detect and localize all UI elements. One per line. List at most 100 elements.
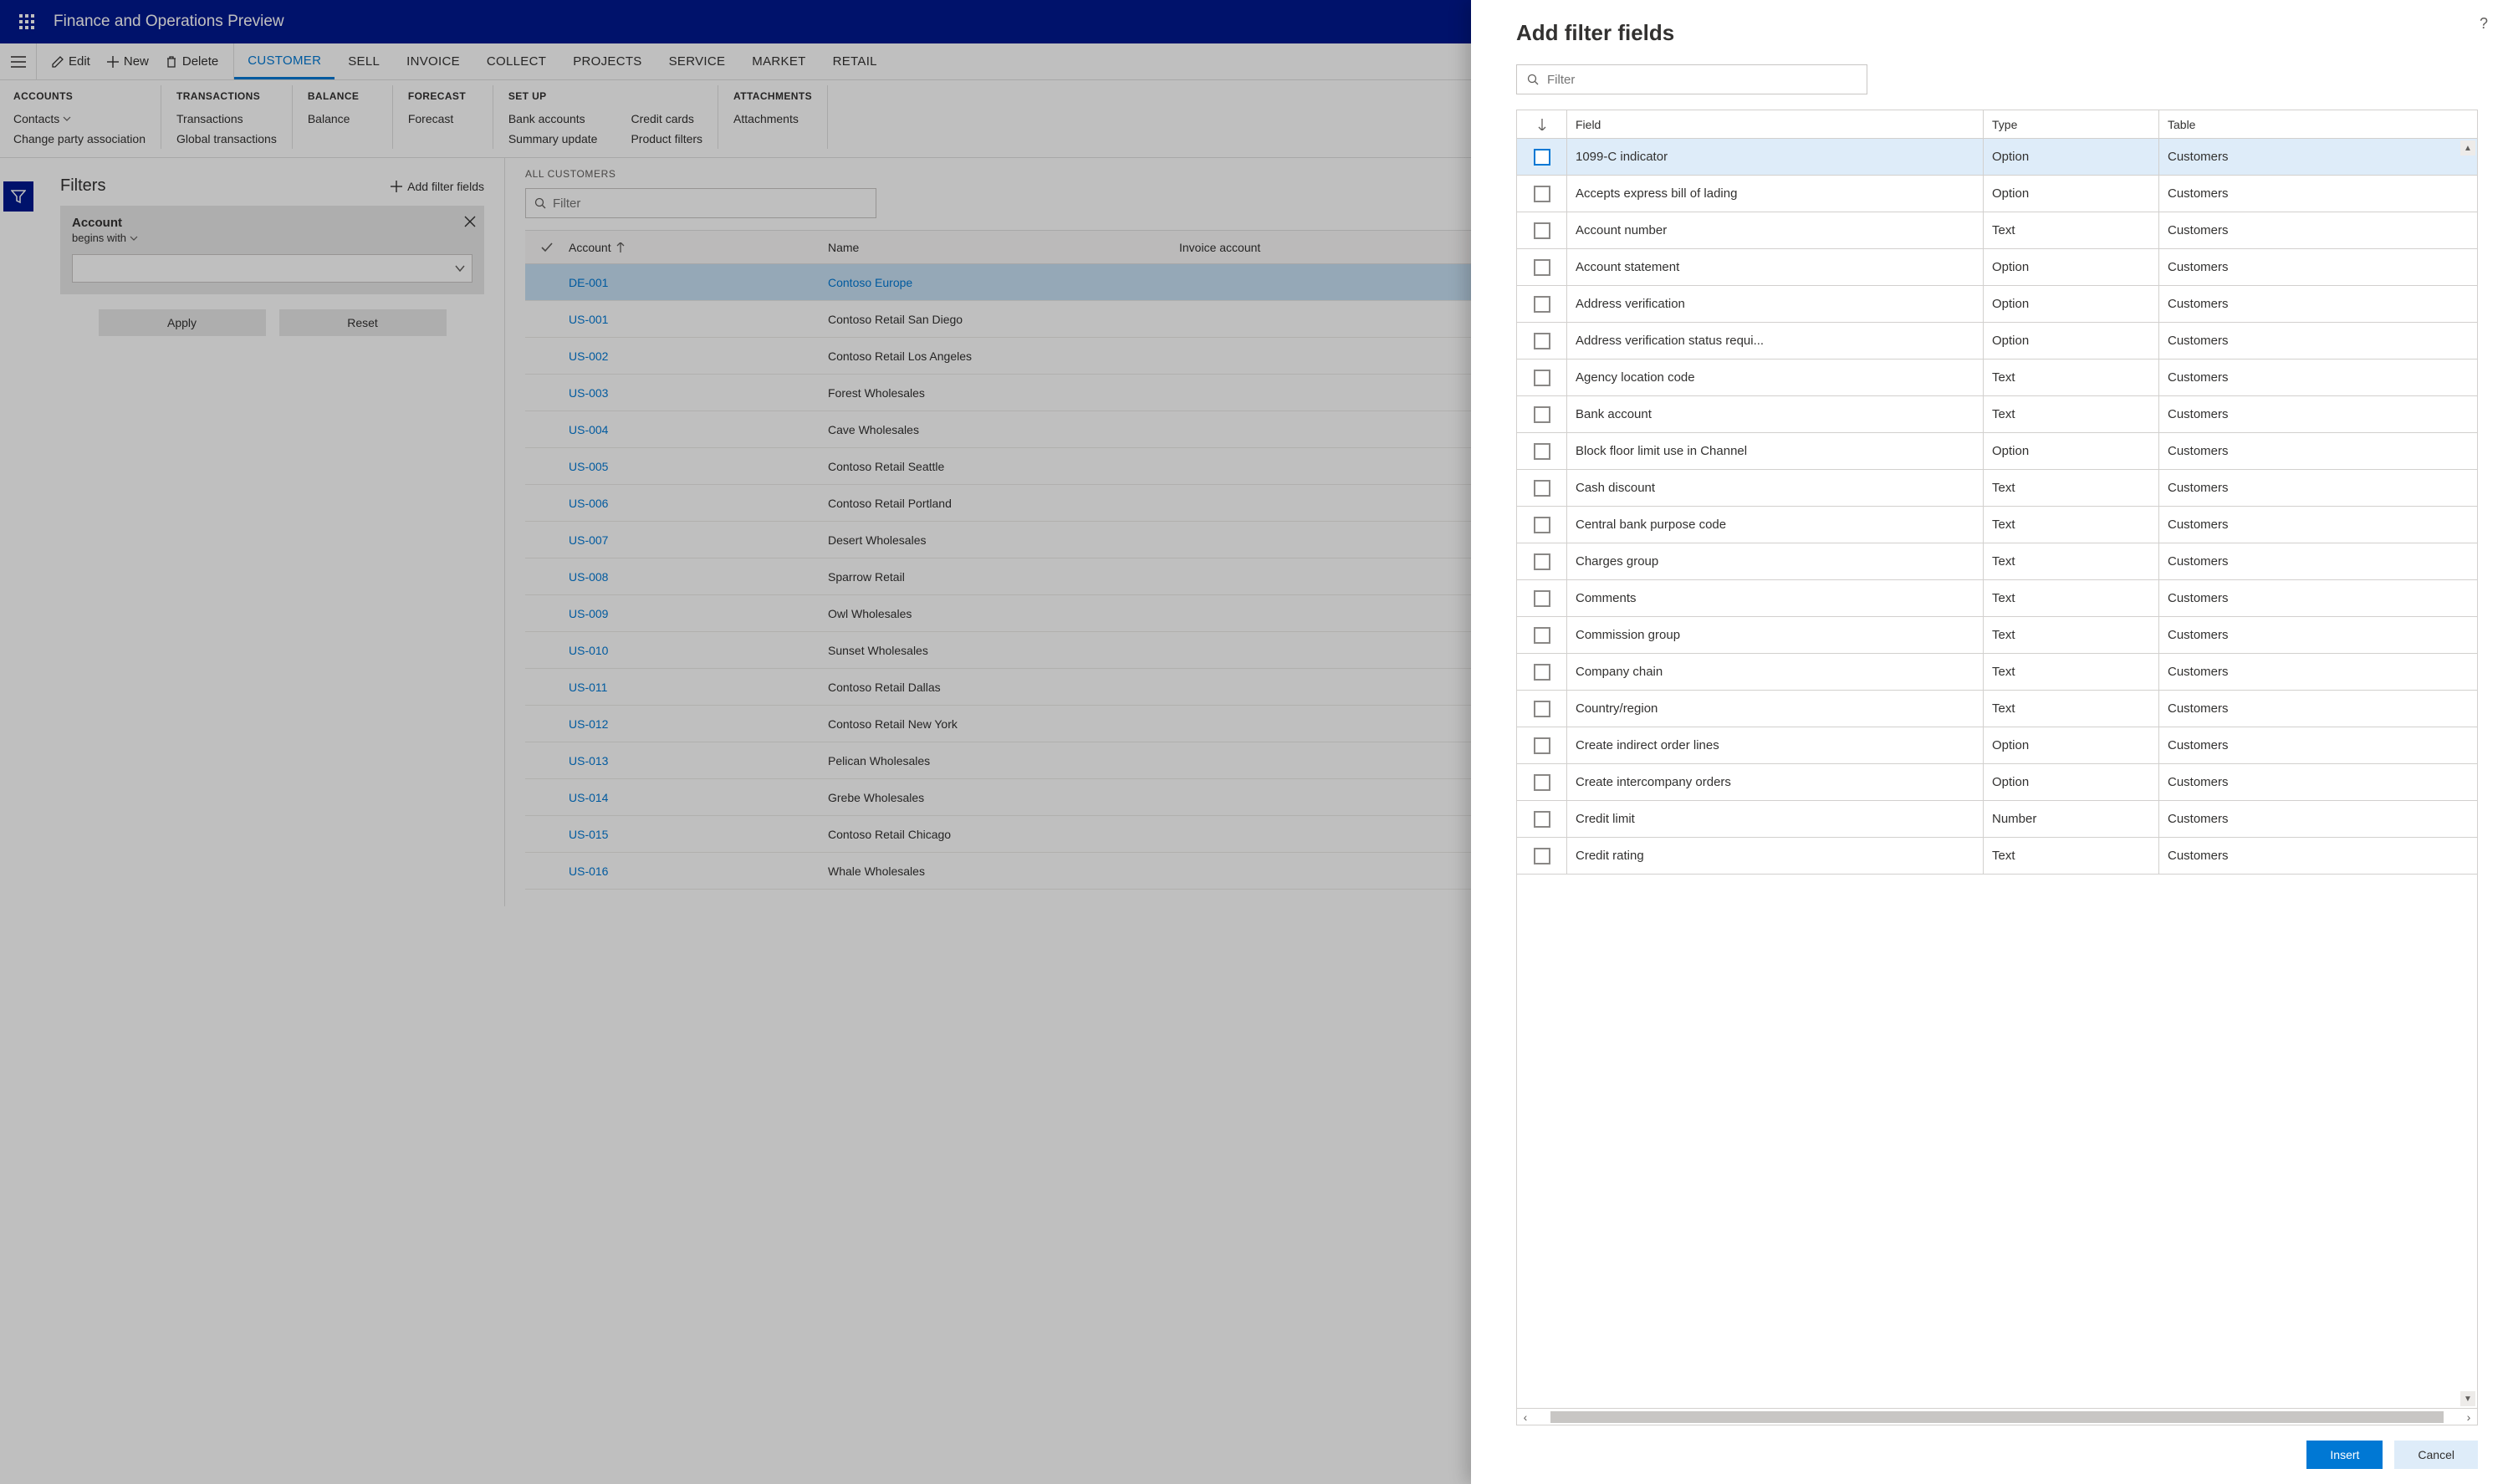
row-checkbox[interactable]	[1517, 801, 1567, 838]
row-checkbox[interactable]	[1517, 139, 1567, 176]
field-name: 1099-C indicator	[1567, 139, 1984, 176]
field-name: Credit rating	[1567, 838, 1984, 875]
row-checkbox[interactable]	[1517, 470, 1567, 507]
field-type: Text	[1984, 507, 2159, 543]
field-table: Customers	[2159, 691, 2477, 727]
field-type: Option	[1984, 176, 2159, 212]
field-row[interactable]: Credit limit Number Customers	[1517, 801, 2477, 838]
field-name: Charges group	[1567, 543, 1984, 580]
field-row[interactable]: Bank account Text Customers	[1517, 396, 2477, 433]
row-checkbox[interactable]	[1517, 433, 1567, 470]
field-type: Text	[1984, 617, 2159, 654]
scroll-right-icon[interactable]: ›	[2460, 1409, 2477, 1425]
field-name: Comments	[1567, 580, 1984, 617]
field-row[interactable]: Account number Text Customers	[1517, 212, 2477, 249]
panel-filter[interactable]	[1516, 64, 1867, 94]
scroll-down-icon[interactable]: ▼	[2460, 1391, 2475, 1406]
field-table: Customers	[2159, 212, 2477, 249]
field-row[interactable]: Address verification Option Customers	[1517, 286, 2477, 323]
row-checkbox[interactable]	[1517, 691, 1567, 727]
field-type: Text	[1984, 654, 2159, 691]
row-checkbox[interactable]	[1517, 176, 1567, 212]
panel-horizontal-scrollbar[interactable]: ‹ ›	[1517, 1408, 2477, 1425]
field-row[interactable]: Credit rating Text Customers	[1517, 838, 2477, 875]
field-table: Customers	[2159, 654, 2477, 691]
field-type: Text	[1984, 396, 2159, 433]
row-checkbox[interactable]	[1517, 396, 1567, 433]
field-name: Credit limit	[1567, 801, 1984, 838]
field-name: Account number	[1567, 212, 1984, 249]
insert-button[interactable]: Insert	[2306, 1441, 2383, 1469]
row-checkbox[interactable]	[1517, 543, 1567, 580]
row-checkbox[interactable]	[1517, 617, 1567, 654]
row-checkbox[interactable]	[1517, 360, 1567, 396]
fields-table: Field Type Table ▲ 1099-C indicator Opti…	[1516, 110, 2478, 1425]
field-row[interactable]: Address verification status requi... Opt…	[1517, 323, 2477, 360]
field-name: Create indirect order lines	[1567, 727, 1984, 764]
scroll-left-icon[interactable]: ‹	[1517, 1409, 1534, 1425]
column-header-table[interactable]: Table	[2159, 110, 2477, 139]
field-table: Customers	[2159, 433, 2477, 470]
field-type: Option	[1984, 139, 2159, 176]
field-table: Customers	[2159, 249, 2477, 286]
cancel-button[interactable]: Cancel	[2394, 1441, 2478, 1469]
field-table: Customers	[2159, 286, 2477, 323]
field-row[interactable]: Cash discount Text Customers	[1517, 470, 2477, 507]
field-name: Accepts express bill of lading	[1567, 176, 1984, 212]
row-checkbox[interactable]	[1517, 764, 1567, 801]
field-row[interactable]: Charges group Text Customers	[1517, 543, 2477, 580]
search-icon	[1527, 74, 1539, 85]
row-checkbox[interactable]	[1517, 580, 1567, 617]
row-checkbox[interactable]	[1517, 507, 1567, 543]
sort-column[interactable]	[1517, 110, 1567, 139]
column-header-field[interactable]: Field	[1567, 110, 1984, 139]
row-checkbox[interactable]	[1517, 323, 1567, 360]
help-icon[interactable]: ?	[2480, 15, 2488, 33]
scroll-up-icon[interactable]: ▲	[2460, 140, 2475, 156]
field-type: Option	[1984, 249, 2159, 286]
field-row[interactable]: 1099-C indicator Option Customers	[1517, 139, 2477, 176]
row-checkbox[interactable]	[1517, 654, 1567, 691]
field-row[interactable]: Comments Text Customers	[1517, 580, 2477, 617]
field-name: Block floor limit use in Channel	[1567, 433, 1984, 470]
field-table: Customers	[2159, 396, 2477, 433]
field-type: Option	[1984, 323, 2159, 360]
field-type: Option	[1984, 433, 2159, 470]
field-type: Text	[1984, 838, 2159, 875]
field-table: Customers	[2159, 507, 2477, 543]
field-name: Address verification status requi...	[1567, 323, 1984, 360]
field-table: Customers	[2159, 360, 2477, 396]
field-row[interactable]: Block floor limit use in Channel Option …	[1517, 433, 2477, 470]
field-row[interactable]: Country/region Text Customers	[1517, 691, 2477, 727]
field-type: Text	[1984, 691, 2159, 727]
field-name: Address verification	[1567, 286, 1984, 323]
field-row[interactable]: Agency location code Text Customers	[1517, 360, 2477, 396]
field-row[interactable]: Create indirect order lines Option Custo…	[1517, 727, 2477, 764]
row-checkbox[interactable]	[1517, 286, 1567, 323]
row-checkbox[interactable]	[1517, 727, 1567, 764]
scroll-thumb[interactable]	[1550, 1411, 2444, 1423]
field-row[interactable]: Account statement Option Customers	[1517, 249, 2477, 286]
field-row[interactable]: Create intercompany orders Option Custom…	[1517, 764, 2477, 801]
field-name: Create intercompany orders	[1567, 764, 1984, 801]
field-row[interactable]: Central bank purpose code Text Customers	[1517, 507, 2477, 543]
column-header-type[interactable]: Type	[1984, 110, 2159, 139]
field-table: Customers	[2159, 323, 2477, 360]
field-table: Customers	[2159, 617, 2477, 654]
field-name: Agency location code	[1567, 360, 1984, 396]
field-row[interactable]: Accepts express bill of lading Option Cu…	[1517, 176, 2477, 212]
panel-title: Add filter fields	[1516, 20, 2478, 46]
field-name: Cash discount	[1567, 470, 1984, 507]
field-row[interactable]: Commission group Text Customers	[1517, 617, 2477, 654]
field-name: Central bank purpose code	[1567, 507, 1984, 543]
row-checkbox[interactable]	[1517, 838, 1567, 875]
panel-filter-input[interactable]	[1547, 73, 1857, 87]
field-name: Commission group	[1567, 617, 1984, 654]
field-name: Company chain	[1567, 654, 1984, 691]
row-checkbox[interactable]	[1517, 249, 1567, 286]
field-type: Option	[1984, 727, 2159, 764]
field-row[interactable]: Company chain Text Customers	[1517, 654, 2477, 691]
sort-icon	[1538, 119, 1546, 130]
field-table: Customers	[2159, 727, 2477, 764]
row-checkbox[interactable]	[1517, 212, 1567, 249]
